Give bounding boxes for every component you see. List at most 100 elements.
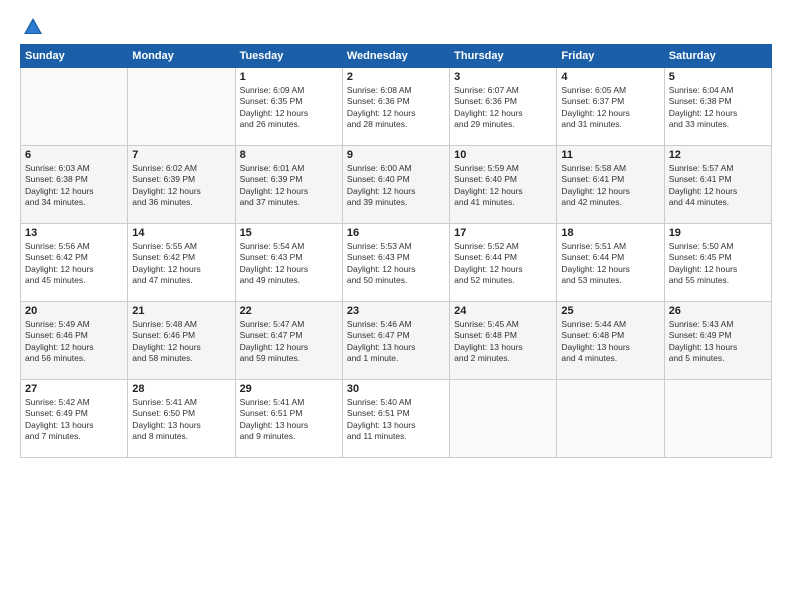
day-number: 30 (347, 383, 445, 395)
day-info: Sunrise: 5:40 AM Sunset: 6:51 PM Dayligh… (347, 397, 445, 443)
day-cell: 23 Sunrise: 5:46 AM Sunset: 6:47 PM Dayli… (342, 302, 449, 380)
day-cell: 5Sunrise: 6:04 AM Sunset: 6:38 PM Daylig… (664, 68, 771, 146)
day-cell: 28 Sunrise: 5:41 AM Sunset: 6:50 PM Dayli… (128, 380, 235, 458)
day-cell: 15 Sunrise: 5:54 AM Sunset: 6:43 PM Dayli… (235, 224, 342, 302)
day-info: Sunrise: 5:59 AM Sunset: 6:40 PM Dayligh… (454, 163, 552, 209)
day-number: 15 (240, 227, 338, 239)
day-number: 10 (454, 149, 552, 161)
col-header-wednesday: Wednesday (342, 45, 449, 68)
day-cell: 8 Sunrise: 6:01 AM Sunset: 6:39 PM Daylig… (235, 146, 342, 224)
day-info: Sunrise: 6:03 AM Sunset: 6:38 PM Dayligh… (25, 163, 123, 209)
day-info: Sunrise: 6:00 AM Sunset: 6:40 PM Dayligh… (347, 163, 445, 209)
day-cell: 6 Sunrise: 6:03 AM Sunset: 6:38 PM Daylig… (21, 146, 128, 224)
day-info: Sunrise: 6:09 AM Sunset: 6:35 PM Dayligh… (240, 85, 338, 131)
day-cell: 12 Sunrise: 5:57 AM Sunset: 6:41 PM Dayli… (664, 146, 771, 224)
col-header-sunday: Sunday (21, 45, 128, 68)
col-header-tuesday: Tuesday (235, 45, 342, 68)
week-row-1: 1 Sunrise: 6:09 AM Sunset: 6:35 PM Daylig… (21, 68, 772, 146)
logo-icon (22, 16, 44, 38)
day-number: 14 (132, 227, 230, 239)
day-cell: 29 Sunrise: 5:41 AM Sunset: 6:51 PM Dayli… (235, 380, 342, 458)
day-cell: 1 Sunrise: 6:09 AM Sunset: 6:35 PM Daylig… (235, 68, 342, 146)
day-info: Sunrise: 5:56 AM Sunset: 6:42 PM Dayligh… (25, 241, 123, 287)
day-number: 19 (669, 227, 767, 239)
day-cell: 24 Sunrise: 5:45 AM Sunset: 6:48 PM Dayli… (450, 302, 557, 380)
day-info: Sunrise: 5:46 AM Sunset: 6:47 PM Dayligh… (347, 319, 445, 365)
day-info: Sunrise: 5:41 AM Sunset: 6:51 PM Dayligh… (240, 397, 338, 443)
day-info: Sunrise: 5:41 AM Sunset: 6:50 PM Dayligh… (132, 397, 230, 443)
day-cell: 18 Sunrise: 5:51 AM Sunset: 6:44 PM Dayli… (557, 224, 664, 302)
day-number: 28 (132, 383, 230, 395)
day-info: Sunrise: 6:04 AM Sunset: 6:38 PM Dayligh… (669, 85, 767, 131)
day-info: Sunrise: 6:07 AM Sunset: 6:36 PM Dayligh… (454, 85, 552, 131)
header-row: SundayMondayTuesdayWednesdayThursdayFrid… (21, 45, 772, 68)
day-number: 24 (454, 305, 552, 317)
day-number: 29 (240, 383, 338, 395)
day-cell: 21Sunrise: 5:48 AM Sunset: 6:46 PM Dayli… (128, 302, 235, 380)
day-number: 27 (25, 383, 123, 395)
day-info: Sunrise: 5:58 AM Sunset: 6:41 PM Dayligh… (561, 163, 659, 209)
day-cell: 20 Sunrise: 5:49 AM Sunset: 6:46 PM Dayli… (21, 302, 128, 380)
header (20, 16, 772, 34)
day-number: 8 (240, 149, 338, 161)
day-number: 11 (561, 149, 659, 161)
day-number: 12 (669, 149, 767, 161)
day-info: Sunrise: 6:08 AM Sunset: 6:36 PM Dayligh… (347, 85, 445, 131)
week-row-3: 13 Sunrise: 5:56 AM Sunset: 6:42 PM Dayli… (21, 224, 772, 302)
day-cell: 22 Sunrise: 5:47 AM Sunset: 6:47 PM Dayli… (235, 302, 342, 380)
col-header-friday: Friday (557, 45, 664, 68)
day-cell: 13 Sunrise: 5:56 AM Sunset: 6:42 PM Dayli… (21, 224, 128, 302)
day-info: Sunrise: 6:01 AM Sunset: 6:39 PM Dayligh… (240, 163, 338, 209)
week-row-4: 20 Sunrise: 5:49 AM Sunset: 6:46 PM Dayli… (21, 302, 772, 380)
day-info: Sunrise: 5:57 AM Sunset: 6:41 PM Dayligh… (669, 163, 767, 209)
col-header-thursday: Thursday (450, 45, 557, 68)
day-cell: 10 Sunrise: 5:59 AM Sunset: 6:40 PM Dayli… (450, 146, 557, 224)
day-cell: 17Sunrise: 5:52 AM Sunset: 6:44 PM Dayli… (450, 224, 557, 302)
day-cell: 2 Sunrise: 6:08 AM Sunset: 6:36 PM Daylig… (342, 68, 449, 146)
day-cell (21, 68, 128, 146)
day-cell: 7Sunrise: 6:02 AM Sunset: 6:39 PM Daylig… (128, 146, 235, 224)
day-number: 23 (347, 305, 445, 317)
day-number: 2 (347, 71, 445, 83)
day-number: 9 (347, 149, 445, 161)
day-number: 22 (240, 305, 338, 317)
week-row-2: 6 Sunrise: 6:03 AM Sunset: 6:38 PM Daylig… (21, 146, 772, 224)
col-header-saturday: Saturday (664, 45, 771, 68)
day-info: Sunrise: 5:44 AM Sunset: 6:48 PM Dayligh… (561, 319, 659, 365)
day-number: 7 (132, 149, 230, 161)
week-row-5: 27 Sunrise: 5:42 AM Sunset: 6:49 PM Dayli… (21, 380, 772, 458)
day-cell: 19 Sunrise: 5:50 AM Sunset: 6:45 PM Dayli… (664, 224, 771, 302)
day-info: Sunrise: 5:52 AM Sunset: 6:44 PM Dayligh… (454, 241, 552, 287)
page: SundayMondayTuesdayWednesdayThursdayFrid… (0, 0, 792, 612)
day-number: 6 (25, 149, 123, 161)
day-number: 13 (25, 227, 123, 239)
day-info: Sunrise: 5:43 AM Sunset: 6:49 PM Dayligh… (669, 319, 767, 365)
day-number: 4 (561, 71, 659, 83)
day-info: Sunrise: 5:42 AM Sunset: 6:49 PM Dayligh… (25, 397, 123, 443)
day-cell (450, 380, 557, 458)
day-number: 20 (25, 305, 123, 317)
day-info: Sunrise: 5:55 AM Sunset: 6:42 PM Dayligh… (132, 241, 230, 287)
day-info: Sunrise: 5:49 AM Sunset: 6:46 PM Dayligh… (25, 319, 123, 365)
day-info: Sunrise: 5:51 AM Sunset: 6:44 PM Dayligh… (561, 241, 659, 287)
day-cell (557, 380, 664, 458)
day-info: Sunrise: 5:50 AM Sunset: 6:45 PM Dayligh… (669, 241, 767, 287)
day-cell: 11 Sunrise: 5:58 AM Sunset: 6:41 PM Dayli… (557, 146, 664, 224)
day-info: Sunrise: 5:54 AM Sunset: 6:43 PM Dayligh… (240, 241, 338, 287)
col-header-monday: Monday (128, 45, 235, 68)
day-info: Sunrise: 5:48 AM Sunset: 6:46 PM Dayligh… (132, 319, 230, 365)
day-cell: 25Sunrise: 5:44 AM Sunset: 6:48 PM Dayli… (557, 302, 664, 380)
day-number: 3 (454, 71, 552, 83)
day-info: Sunrise: 5:47 AM Sunset: 6:47 PM Dayligh… (240, 319, 338, 365)
day-cell: 3 Sunrise: 6:07 AM Sunset: 6:36 PM Daylig… (450, 68, 557, 146)
day-cell: 26Sunrise: 5:43 AM Sunset: 6:49 PM Dayli… (664, 302, 771, 380)
day-cell (128, 68, 235, 146)
day-cell: 30 Sunrise: 5:40 AM Sunset: 6:51 PM Dayli… (342, 380, 449, 458)
day-number: 18 (561, 227, 659, 239)
day-info: Sunrise: 6:05 AM Sunset: 6:37 PM Dayligh… (561, 85, 659, 131)
day-cell: 14 Sunrise: 5:55 AM Sunset: 6:42 PM Dayli… (128, 224, 235, 302)
day-number: 1 (240, 71, 338, 83)
day-info: Sunrise: 5:45 AM Sunset: 6:48 PM Dayligh… (454, 319, 552, 365)
day-number: 16 (347, 227, 445, 239)
day-cell: 4 Sunrise: 6:05 AM Sunset: 6:37 PM Daylig… (557, 68, 664, 146)
